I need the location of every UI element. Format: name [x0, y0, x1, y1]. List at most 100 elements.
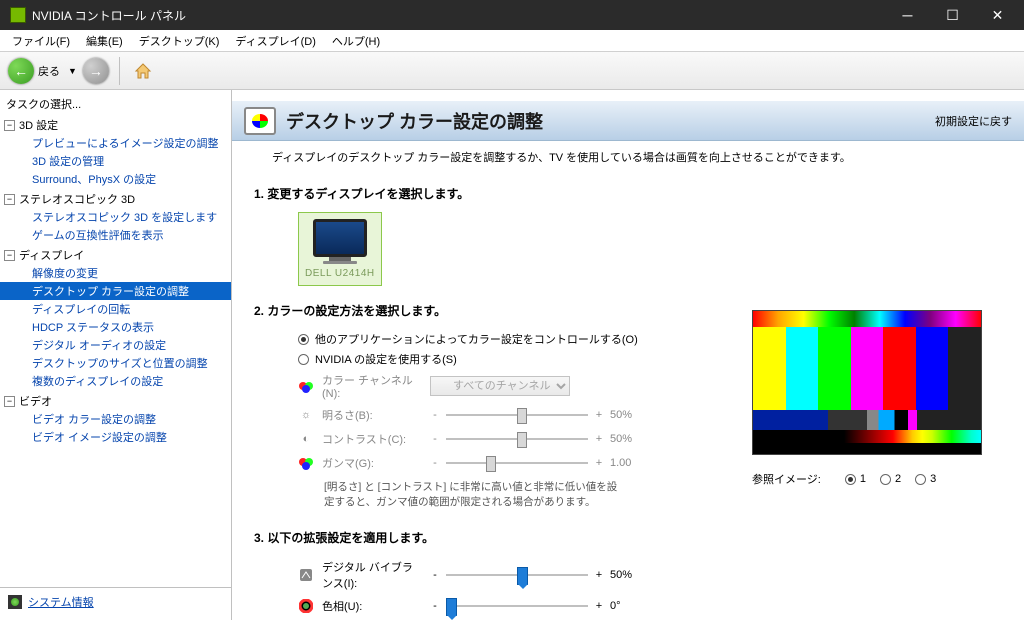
collapse-icon[interactable]: −	[4, 194, 15, 205]
tree-item[interactable]: プレビューによるイメージ設定の調整	[0, 134, 231, 152]
menu-display[interactable]: ディスプレイ(D)	[227, 31, 324, 51]
section-select-display: 1. 変更するディスプレイを選択します。 DELL U2414H	[232, 173, 1024, 290]
window-title: NVIDIA コントロール パネル	[32, 7, 885, 24]
vibrance-slider[interactable]	[446, 566, 588, 584]
tree-item[interactable]: 解像度の変更	[0, 264, 231, 282]
restore-defaults[interactable]: 初期設定に戻す	[935, 113, 1012, 129]
preview-column: 参照イメージ: 1 2 3	[752, 290, 1012, 620]
channel-label: カラー チャンネル(N):	[322, 372, 422, 400]
back-dropdown-icon[interactable]: ▼	[68, 66, 77, 76]
gamma-slider[interactable]	[446, 454, 588, 472]
page-description: ディスプレイのデスクトップ カラー設定を調整するか、TV を使用している場合は画…	[232, 141, 1024, 173]
gamma-value: 1.00	[610, 457, 648, 469]
tree-item[interactable]: ビデオ イメージ設定の調整	[0, 428, 231, 446]
tree-group-label: ビデオ	[19, 393, 52, 409]
title-bar: NVIDIA コントロール パネル ─ ☐ ✕	[0, 0, 1024, 30]
radio-icon	[298, 334, 309, 345]
back-button[interactable]: ←	[8, 58, 34, 84]
close-button[interactable]: ✕	[975, 0, 1020, 30]
tree-group-label: 3D 設定	[19, 117, 58, 133]
nvidia-logo-icon	[10, 7, 26, 23]
gamma-label: ガンマ(G):	[322, 455, 422, 471]
sidebar-header: タスクの選択...	[0, 94, 231, 114]
brightness-value: 50%	[610, 409, 648, 421]
contrast-slider[interactable]	[446, 430, 588, 448]
tree-item[interactable]: HDCP ステータスの表示	[0, 318, 231, 336]
radio-other-app[interactable]: 他のアプリケーションによってカラー設定をコントロールする(O)	[254, 329, 692, 349]
vibrance-label: デジタル バイブランス(I):	[322, 559, 422, 591]
collapse-icon[interactable]: −	[4, 120, 15, 131]
home-button[interactable]	[130, 58, 156, 84]
collapse-icon[interactable]: −	[4, 396, 15, 407]
menu-edit[interactable]: 編集(E)	[78, 31, 131, 51]
toolbar: ← 戻る ▼ →	[0, 52, 1024, 90]
monitor-icon	[313, 219, 367, 257]
section3-heading: 3. 以下の拡張設定を適用します。	[254, 529, 692, 546]
page-banner: デスクトップ カラー設定の調整 初期設定に戻す	[232, 101, 1024, 141]
tree-item[interactable]: デスクトップ カラー設定の調整	[0, 282, 231, 300]
hue-label: 色相(U):	[322, 598, 422, 614]
task-tree: −3D 設定プレビューによるイメージ設定の調整3D 設定の管理Surround、…	[0, 114, 231, 587]
page-title: デスクトップ カラー設定の調整	[286, 108, 935, 134]
ref-radio-1[interactable]: 1	[845, 473, 866, 485]
menu-file[interactable]: ファイル(F)	[4, 31, 78, 51]
tree-group[interactable]: −ステレオスコピック 3D	[0, 190, 231, 208]
vibrance-icon	[298, 567, 314, 583]
brightness-icon: ☼	[298, 407, 314, 423]
tree-group-label: ステレオスコピック 3D	[19, 191, 135, 207]
section-advanced: 3. 以下の拡張設定を適用します。 デジタル バイブランス(I): -+50% …	[232, 517, 722, 620]
radio-other-label: 他のアプリケーションによってカラー設定をコントロールする(O)	[315, 331, 638, 347]
contrast-label: コントラスト(C):	[322, 431, 422, 447]
system-info-link[interactable]: システム情報	[0, 587, 231, 616]
contrast-icon: ◐	[298, 431, 314, 447]
reference-image	[752, 310, 982, 455]
menu-help[interactable]: ヘルプ(H)	[324, 31, 388, 51]
tree-item[interactable]: デスクトップのサイズと位置の調整	[0, 354, 231, 372]
radio-nvidia-label: NVIDIA の設定を使用する(S)	[315, 351, 457, 367]
brightness-label: 明るさ(B):	[322, 407, 422, 423]
contrast-value: 50%	[610, 433, 648, 445]
reference-label: 参照イメージ:	[752, 471, 821, 487]
tree-group[interactable]: −3D 設定	[0, 116, 231, 134]
collapse-icon[interactable]: −	[4, 250, 15, 261]
tree-item[interactable]: ディスプレイの回転	[0, 300, 231, 318]
tree-item[interactable]: ステレオスコピック 3D を設定します	[0, 208, 231, 226]
section-color-method: 2. カラーの設定方法を選択します。 他のアプリケーションによってカラー設定をコ…	[232, 290, 722, 517]
monitor-label: DELL U2414H	[305, 268, 375, 279]
channel-select[interactable]: すべてのチャンネル	[430, 376, 570, 396]
tree-group-label: ディスプレイ	[19, 247, 84, 263]
hue-icon	[298, 598, 314, 614]
hue-slider[interactable]	[446, 597, 588, 615]
forward-button[interactable]: →	[83, 58, 109, 84]
vibrance-value: 50%	[610, 569, 648, 581]
tree-item[interactable]: ゲームの互換性評価を表示	[0, 226, 231, 244]
ref-radio-2[interactable]: 2	[880, 473, 901, 485]
tree-item[interactable]: ビデオ カラー設定の調整	[0, 410, 231, 428]
banner-icon	[244, 107, 276, 135]
hue-value: 0°	[610, 600, 648, 612]
maximize-button[interactable]: ☐	[930, 0, 975, 30]
display-thumb[interactable]: DELL U2414H	[298, 212, 382, 286]
toolbar-separator	[119, 57, 120, 85]
radio-icon	[298, 354, 309, 365]
sysinfo-icon	[8, 595, 22, 609]
tree-item[interactable]: 3D 設定の管理	[0, 152, 231, 170]
radio-nvidia[interactable]: NVIDIA の設定を使用する(S)	[254, 349, 692, 369]
gamma-note: [明るさ] と [コントラスト] に非常に高い値と非常に低い値を設定すると、ガン…	[254, 475, 692, 513]
tree-item[interactable]: 複数のディスプレイの設定	[0, 372, 231, 390]
brightness-slider[interactable]	[446, 406, 588, 424]
tree-item[interactable]: Surround、PhysX の設定	[0, 170, 231, 188]
gamma-icon	[298, 455, 314, 471]
minimize-button[interactable]: ─	[885, 0, 930, 30]
sidebar: タスクの選択... −3D 設定プレビューによるイメージ設定の調整3D 設定の管…	[0, 90, 232, 620]
menu-desktop[interactable]: デスクトップ(K)	[131, 31, 228, 51]
main-content: デスクトップ カラー設定の調整 初期設定に戻す ディスプレイのデスクトップ カラ…	[232, 90, 1024, 620]
section2-heading: 2. カラーの設定方法を選択します。	[254, 302, 692, 319]
tree-item[interactable]: デジタル オーディオの設定	[0, 336, 231, 354]
tree-group[interactable]: −ディスプレイ	[0, 246, 231, 264]
ref-radio-3[interactable]: 3	[915, 473, 936, 485]
back-label: 戻る	[38, 63, 60, 79]
sysinfo-label[interactable]: システム情報	[28, 594, 94, 610]
tree-group[interactable]: −ビデオ	[0, 392, 231, 410]
channel-icon	[298, 378, 314, 394]
